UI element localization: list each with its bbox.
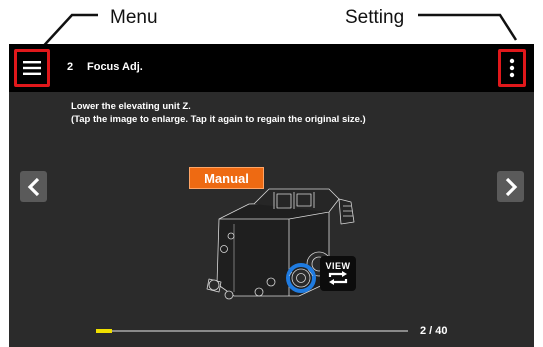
chevron-left-icon bbox=[27, 177, 39, 196]
swap-arrows-icon bbox=[328, 271, 348, 285]
view-toggle-button[interactable]: VIEW bbox=[320, 256, 356, 291]
menu-button[interactable] bbox=[14, 49, 50, 87]
instruction-text: Lower the elevating unit Z. (Tap the ima… bbox=[71, 101, 366, 126]
step-title: Focus Adj. bbox=[87, 61, 143, 73]
settings-button[interactable] bbox=[498, 49, 526, 87]
hamburger-icon bbox=[23, 61, 41, 75]
instruction-line-2: (Tap the image to enlarge. Tap it again … bbox=[71, 113, 366, 125]
page-indicator: 2 / 40 bbox=[420, 325, 448, 337]
step-number: 2 bbox=[67, 61, 74, 73]
app-screen: 2 Focus Adj. Lower the elevating unit Z.… bbox=[9, 44, 534, 347]
progress-bar-fill bbox=[96, 329, 112, 333]
instruction-line-1: Lower the elevating unit Z. bbox=[71, 101, 191, 112]
view-button-label: VIEW bbox=[325, 261, 351, 271]
next-step-button[interactable] bbox=[497, 171, 524, 202]
chevron-right-icon bbox=[505, 177, 517, 196]
previous-step-button[interactable] bbox=[20, 171, 47, 202]
vertical-dots-icon bbox=[509, 58, 515, 78]
progress-bar bbox=[96, 329, 408, 333]
manual-mode-badge: Manual bbox=[189, 167, 264, 189]
app-bar: 2 Focus Adj. bbox=[9, 44, 534, 92]
